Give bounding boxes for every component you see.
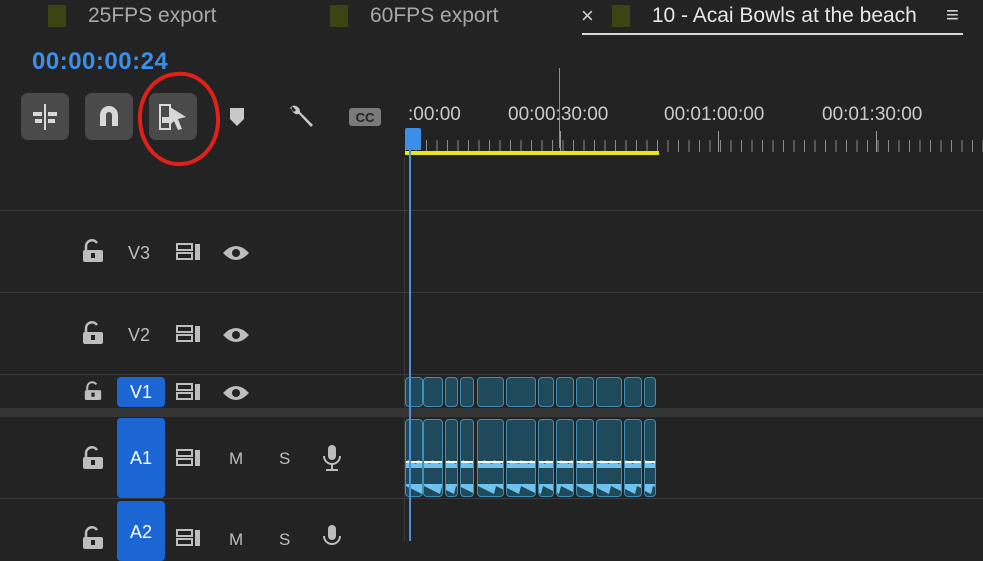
tab-color-swatch <box>611 5 630 27</box>
sync-lock-icon[interactable] <box>176 324 202 344</box>
audio-clip[interactable] <box>506 419 536 497</box>
ruler-label: 00:00:30:00 <box>508 104 609 125</box>
lock-icon[interactable] <box>84 381 102 401</box>
audio-clip[interactable] <box>405 419 423 497</box>
video-clip[interactable] <box>576 377 594 407</box>
tab-label: 60FPS export <box>370 4 499 27</box>
tab-25fps-export[interactable]: 25FPS export <box>48 0 216 32</box>
audio-clip[interactable] <box>644 419 656 497</box>
red-highlight-circle <box>133 67 225 171</box>
svg-text:CC: CC <box>356 110 375 125</box>
lock-icon[interactable] <box>82 446 104 470</box>
lock-icon[interactable] <box>82 239 104 263</box>
active-tab-underline <box>582 33 963 35</box>
audio-clip[interactable] <box>445 419 458 497</box>
audio-clip[interactable] <box>460 419 474 497</box>
ruler-label: :00:00 <box>408 104 461 125</box>
video-clip[interactable] <box>506 377 536 407</box>
audio-clip[interactable] <box>423 419 443 497</box>
timeline-settings-button[interactable] <box>277 93 325 140</box>
video-clip[interactable] <box>460 377 474 407</box>
video-clip[interactable] <box>624 377 642 407</box>
tab-color-swatch <box>330 5 348 27</box>
track-target-v1[interactable]: V1 <box>117 377 165 407</box>
sync-lock-icon[interactable] <box>176 448 202 468</box>
track-label-a2: A2 <box>129 522 153 542</box>
track-separator <box>0 498 983 499</box>
mute-button-a1[interactable]: M <box>229 449 243 469</box>
ruler-major-tick <box>876 131 877 152</box>
sync-lock-icon[interactable] <box>176 528 202 548</box>
mute-button-a2[interactable]: M <box>229 530 243 550</box>
eye-icon[interactable] <box>222 244 250 262</box>
sync-lock-icon[interactable] <box>176 242 202 262</box>
insert-overwrite-icon <box>33 103 57 130</box>
audio-clip[interactable] <box>624 419 642 497</box>
eye-icon[interactable] <box>222 384 250 402</box>
panel-menu-icon[interactable]: ≡ <box>946 2 959 28</box>
tab-color-swatch <box>48 5 66 27</box>
track-label-v2[interactable]: V2 <box>128 325 150 346</box>
track-separator <box>0 374 983 375</box>
video-clip[interactable] <box>596 377 622 407</box>
captions-button[interactable]: CC <box>341 93 389 140</box>
tab-60fps-export[interactable]: 60FPS export <box>330 0 498 32</box>
solo-button-a1[interactable]: S <box>279 449 290 469</box>
playhead-handle[interactable] <box>405 128 421 150</box>
audio-clip[interactable] <box>538 419 554 497</box>
ruler-major-tick <box>718 131 719 152</box>
track-target-a1[interactable]: A1 <box>117 418 165 498</box>
playhead-line[interactable] <box>409 150 411 541</box>
snap-button[interactable] <box>85 93 133 140</box>
track-target-a2[interactable]: A2 <box>117 501 165 561</box>
audio-clip[interactable] <box>596 419 622 497</box>
captions-icon: CC <box>349 107 381 126</box>
lock-icon[interactable] <box>82 526 104 550</box>
ruler-major-tick <box>560 131 561 152</box>
ruler-label: 00:01:30:00 <box>822 104 923 125</box>
microphone-icon[interactable] <box>322 444 342 472</box>
audio-clip[interactable] <box>556 419 574 497</box>
video-clip[interactable] <box>445 377 458 407</box>
video-clip[interactable] <box>644 377 656 407</box>
tab-label: 25FPS export <box>88 4 217 27</box>
video-clip[interactable] <box>423 377 443 407</box>
sequence-tab-bar: 25FPS export 60FPS export × 10 - Acai Bo… <box>0 0 983 40</box>
wrench-settings-icon <box>290 105 313 127</box>
video-clip[interactable] <box>405 377 423 407</box>
ruler-label: 00:01:00:00 <box>664 104 765 125</box>
track-separator <box>0 210 983 211</box>
add-marker-button[interactable] <box>213 93 261 140</box>
track-separator <box>0 292 983 293</box>
audio-clip[interactable] <box>477 419 504 497</box>
close-icon[interactable]: × <box>581 3 594 29</box>
playhead-timecode[interactable]: 00:00:00:24 <box>32 48 168 76</box>
add-marker-icon <box>230 107 244 126</box>
eye-icon[interactable] <box>222 326 250 344</box>
video-clip[interactable] <box>556 377 574 407</box>
solo-button-a2[interactable]: S <box>279 530 290 550</box>
video-audio-divider[interactable] <box>0 408 983 417</box>
sync-lock-icon[interactable] <box>176 382 202 402</box>
track-label-v3[interactable]: V3 <box>128 243 150 264</box>
video-clip[interactable] <box>477 377 504 407</box>
video-clip[interactable] <box>538 377 554 407</box>
tab-label: 10 - Acai Bowls at the beach <box>651 4 917 27</box>
work-area-bar[interactable] <box>405 151 659 155</box>
lock-icon[interactable] <box>82 321 104 345</box>
insert-overwrite-button[interactable] <box>21 93 69 140</box>
microphone-icon[interactable] <box>322 524 342 552</box>
snap-magnet-icon <box>100 105 118 126</box>
audio-clip[interactable] <box>576 419 594 497</box>
tab-acai-bowls[interactable]: × 10 - Acai Bowls at the beach <box>581 0 917 32</box>
